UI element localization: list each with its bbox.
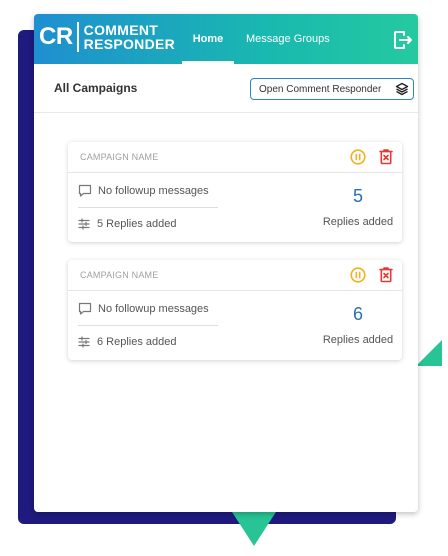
open-button-label: Open Comment Responder (259, 83, 382, 95)
logout-icon[interactable] (390, 28, 414, 52)
message-icon (78, 184, 92, 197)
followup-text: No followup messages (98, 184, 209, 197)
replies-count-label: Replies added (322, 216, 394, 228)
delete-icon[interactable] (378, 266, 394, 288)
logo-mark: CR (39, 23, 73, 50)
campaign-card[interactable]: CAMPAIGN NAME No followup messages (68, 142, 402, 242)
campaign-card-header: CAMPAIGN NAME (68, 260, 402, 291)
followup-text: No followup messages (98, 302, 209, 315)
logo-line-2: RESPONDER (83, 36, 176, 52)
nav-tab-home[interactable]: Home (182, 14, 234, 64)
sliders-icon (78, 336, 90, 348)
app-header: CR COMMENT RESPONDER Home Message Groups (34, 14, 418, 64)
pause-icon[interactable] (350, 267, 366, 288)
nav-tab-message-groups[interactable]: Message Groups (246, 14, 330, 64)
campaign-card-header: CAMPAIGN NAME (68, 142, 402, 173)
campaign-name: CAMPAIGN NAME (80, 270, 159, 280)
followup-row: No followup messages (78, 184, 209, 197)
replies-count: 6 (352, 304, 363, 324)
replies-count: 5 (352, 186, 363, 206)
campaign-card[interactable]: CAMPAIGN NAME No followup messages (68, 260, 402, 360)
replies-row: 5 Replies added (78, 218, 177, 230)
app-logo[interactable]: CR COMMENT RESPONDER (39, 22, 175, 52)
replies-count-label: Replies added (322, 334, 394, 346)
logo-divider (76, 22, 79, 52)
followup-row: No followup messages (78, 302, 209, 315)
pause-icon[interactable] (350, 149, 366, 170)
row-divider (78, 325, 218, 326)
sliders-icon (78, 218, 90, 230)
page-title: All Campaigns (54, 81, 138, 95)
delete-icon[interactable] (378, 148, 394, 170)
message-icon (78, 302, 92, 315)
decor-triangle-bottom (232, 512, 276, 546)
app-window: CR COMMENT RESPONDER Home Message Groups… (34, 14, 418, 512)
replies-row: 6 Replies added (78, 336, 177, 348)
open-comment-responder-button[interactable]: Open Comment Responder (250, 78, 414, 100)
campaign-name: CAMPAIGN NAME (80, 152, 159, 162)
campaigns-toolbar: All Campaigns Open Comment Responder (34, 64, 418, 113)
logo-text: COMMENT RESPONDER (84, 23, 175, 51)
row-divider (78, 207, 218, 208)
layers-icon (395, 82, 409, 96)
replies-text: 5 Replies added (97, 218, 177, 230)
replies-text: 6 Replies added (97, 336, 177, 348)
decor-triangle-right (416, 340, 442, 366)
